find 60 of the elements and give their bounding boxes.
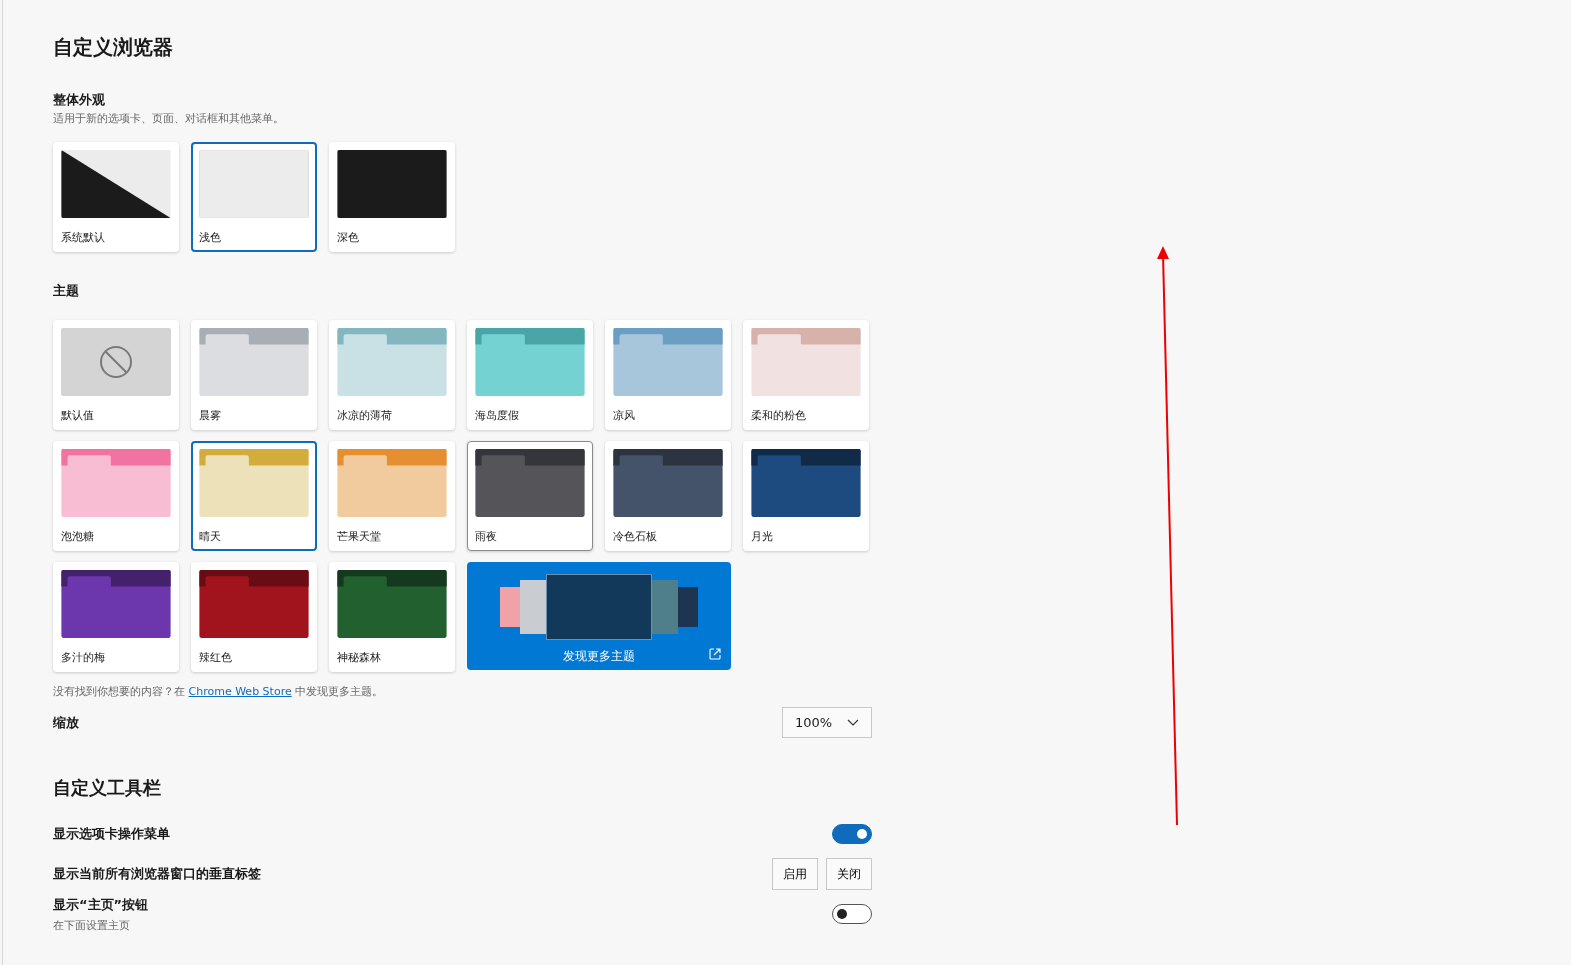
zoom-dropdown[interactable]: 100% [782,707,872,738]
section-label: 主题 [53,282,80,300]
toggle-switch[interactable] [832,824,872,844]
theme-label: 泡泡糖 [61,529,94,544]
setting-description: 在下面设置主页 [53,917,131,933]
theme-label: 柔和的粉色 [751,408,806,423]
theme-card[interactable]: 海岛度假 [467,320,593,430]
theme-label: 月光 [751,529,773,544]
theme-card[interactable]: 辣红色 [191,562,317,672]
setting-label: 显示当前所有浏览器窗口的垂直标签 [53,865,261,883]
theme-card[interactable]: 冰凉的薄荷 [329,320,455,430]
discover-themes-card[interactable]: 发现更多主题 [467,562,731,670]
theme-card[interactable]: 泡泡糖 [53,441,179,551]
theme-label: 辣红色 [199,650,232,665]
zoom-label: 缩放 [53,713,79,732]
setting-label: 显示“主页”按钮 [53,895,149,914]
photo-placeholder [678,587,698,627]
photo-placeholder [500,587,520,627]
theme-card[interactable]: 雨夜 [467,441,593,551]
theme-label: 神秘森林 [337,650,381,665]
appearance-card[interactable]: 系统默认 [53,142,179,252]
theme-label: 冰凉的薄荷 [337,408,392,423]
theme-card[interactable]: 冷色石板 [605,441,731,551]
theme-label: 海岛度假 [475,408,519,423]
theme-label: 芒果天堂 [337,529,381,544]
no-entry-icon [99,345,133,379]
theme-label: 雨夜 [475,529,497,544]
theme-card[interactable]: 月光 [743,441,869,551]
theme-card[interactable]: 默认值 [53,320,179,430]
appearance-label: 深色 [337,230,359,245]
chevron-down-icon [847,718,859,727]
theme-label: 冷色石板 [613,529,657,544]
option-button[interactable]: 关闭 [826,858,872,890]
appearance-label: 浅色 [199,230,221,245]
option-button[interactable]: 启用 [772,858,818,890]
section-label: 整体外观 [53,91,106,109]
page-title: 自定义浏览器 [53,34,174,61]
web-store-link[interactable]: Chrome Web Store [188,685,292,698]
theme-card[interactable]: 晨雾 [191,320,317,430]
setting-label: 显示选项卡操作菜单 [53,825,170,843]
hint-text: 没有找到你想要的内容？在 Chrome Web Store 中发现更多主题。 [53,684,385,699]
theme-card[interactable]: 芒果天堂 [329,441,455,551]
toggle-switch[interactable] [832,904,872,924]
theme-label: 默认值 [61,408,94,423]
theme-card[interactable]: 晴天 [191,441,317,551]
section-title: 自定义工具栏 [53,776,162,800]
external-link-icon [709,648,721,660]
theme-card[interactable]: 柔和的粉色 [743,320,869,430]
theme-card[interactable]: 多汁的梅 [53,562,179,672]
theme-label: 多汁的梅 [61,650,105,665]
appearance-label: 系统默认 [61,230,105,245]
theme-label: 晴天 [199,529,221,544]
discover-label: 发现更多主题 [563,648,635,665]
appearance-card[interactable]: 深色 [329,142,455,252]
theme-card[interactable]: 凉风 [605,320,731,430]
appearance-card[interactable]: 浅色 [191,142,317,252]
theme-label: 晨雾 [199,408,221,423]
section-description: 适用于新的选项卡、页面、对话框和其他菜单。 [53,111,285,126]
theme-label: 凉风 [613,408,635,423]
theme-card[interactable]: 神秘森林 [329,562,455,672]
